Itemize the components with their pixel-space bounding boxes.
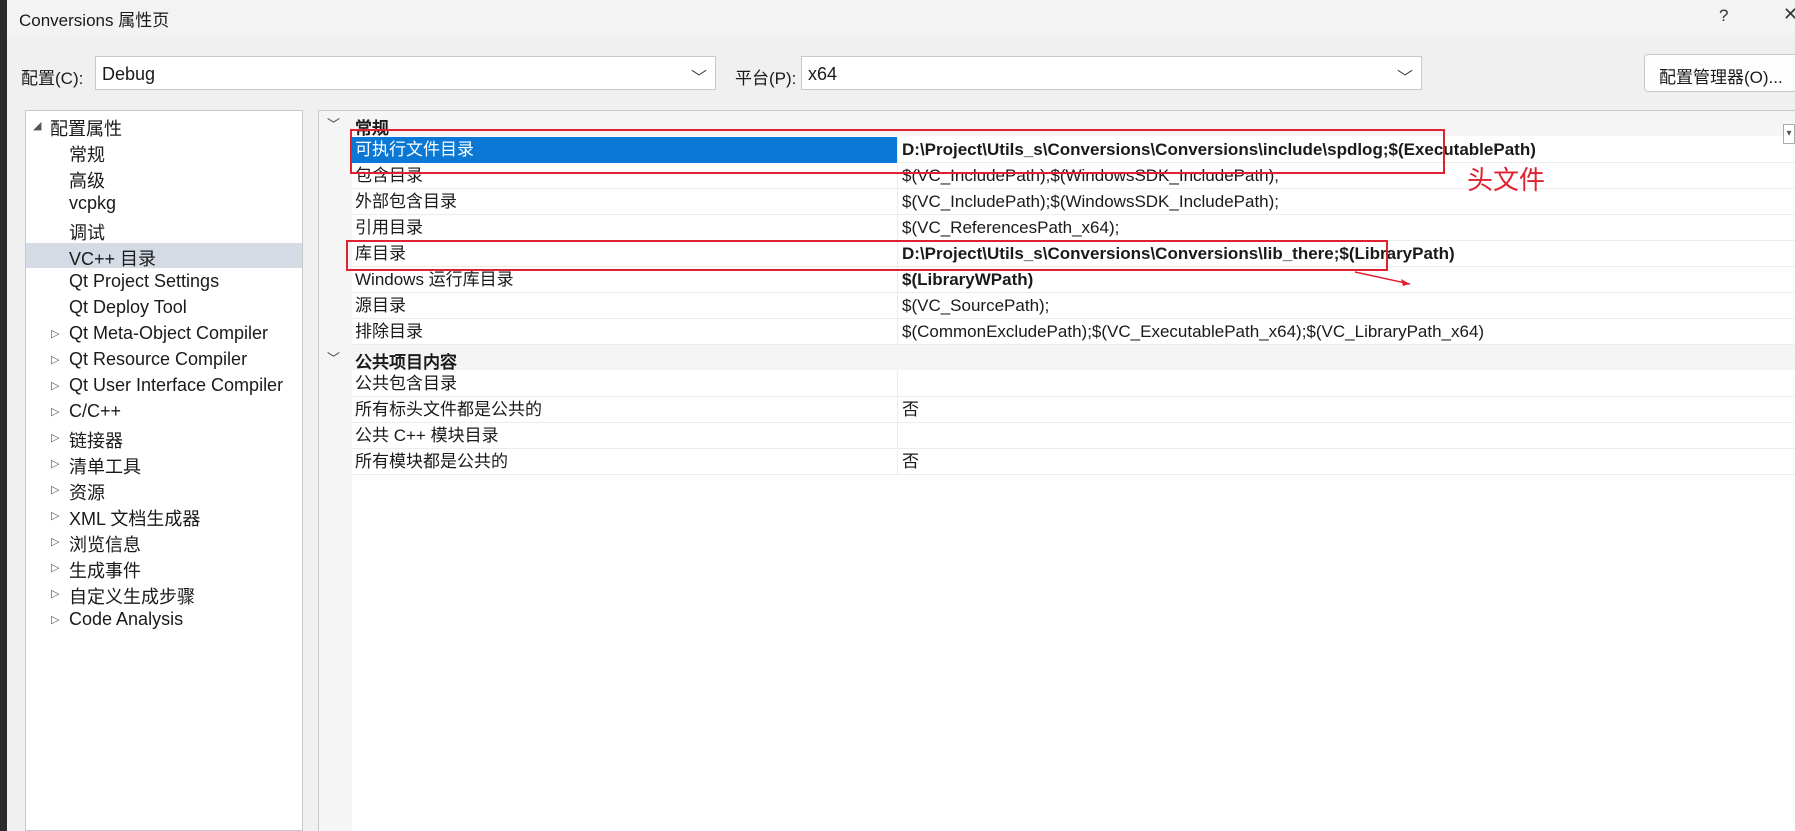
annotation-arrow [1354,271,1411,286]
